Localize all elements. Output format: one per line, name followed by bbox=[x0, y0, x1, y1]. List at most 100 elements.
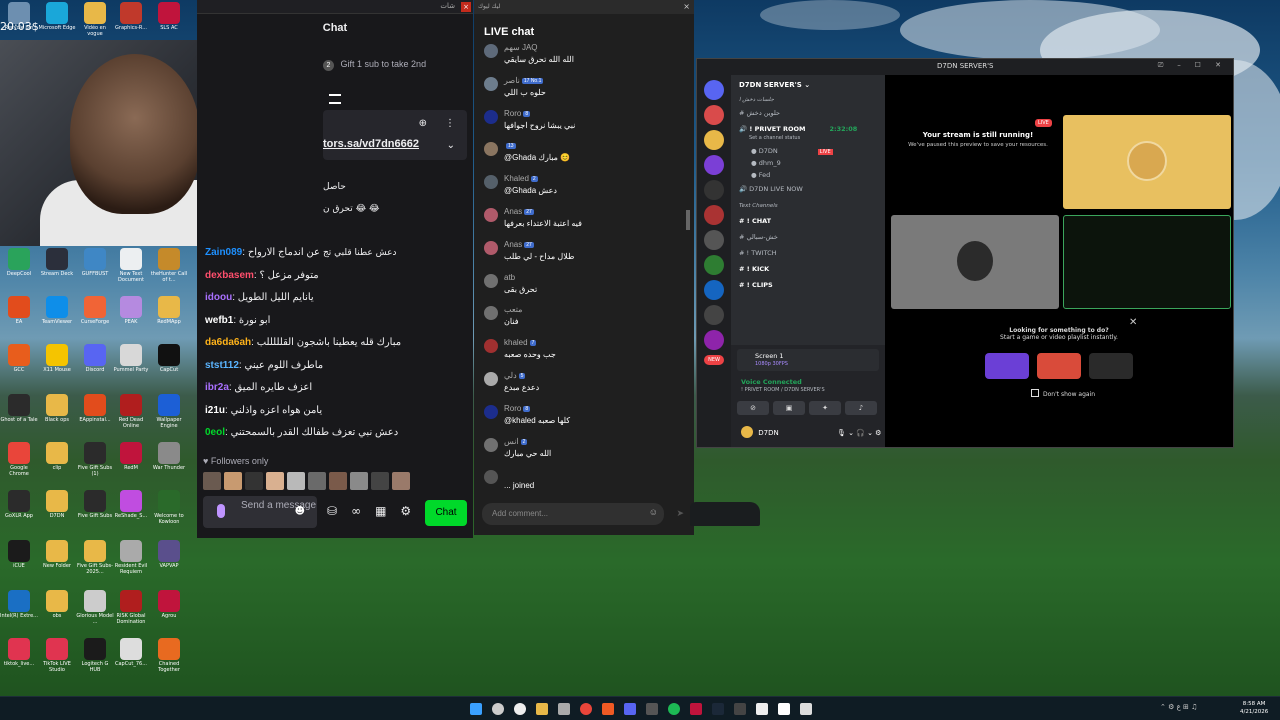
desktop-icon[interactable]: New Text Document bbox=[112, 248, 150, 292]
taskbar-app-icon[interactable] bbox=[800, 703, 812, 715]
chat-username[interactable]: idoou bbox=[205, 292, 232, 303]
chat-username[interactable]: 0eol bbox=[205, 427, 225, 438]
avatar[interactable] bbox=[266, 472, 284, 490]
taskbar-app-icon[interactable] bbox=[646, 703, 658, 715]
desktop-icon[interactable]: GoXLR App bbox=[0, 490, 38, 534]
chat-username[interactable]: stst112 bbox=[205, 360, 239, 371]
add-comment-input[interactable]: Add comment... ☺ bbox=[482, 503, 664, 525]
desktop-icon[interactable]: EA bbox=[0, 296, 38, 340]
pin-icon[interactable]: ⊕ bbox=[419, 118, 427, 129]
live-chat-author[interactable]: سهم JAQ bbox=[504, 43, 538, 52]
server-icon[interactable] bbox=[704, 130, 724, 150]
checkbox-icon[interactable] bbox=[1031, 389, 1039, 397]
send-message-input[interactable]: Send a message ☻ bbox=[203, 496, 317, 528]
taskbar-app-icon[interactable] bbox=[778, 703, 790, 715]
live-chat-author[interactable]: انس 2 bbox=[504, 437, 528, 446]
gift-sub-banner[interactable]: 2 Gift 1 sub to take 2nd bbox=[323, 59, 473, 79]
stream-tile-user[interactable] bbox=[891, 215, 1059, 309]
avatar[interactable] bbox=[484, 371, 498, 386]
desktop-icon[interactable]: theHunter Call of t... bbox=[150, 248, 188, 292]
brave-icon[interactable] bbox=[602, 703, 614, 715]
live-chat-author[interactable]: ناصر 17 No.1 bbox=[504, 76, 544, 85]
window-controls[interactable]: ⎚ ⎯ ☐ ✕ bbox=[1158, 61, 1227, 70]
desktop-icon[interactable]: Red Dead Online bbox=[112, 394, 150, 438]
gear-icon[interactable]: ⚙ bbox=[400, 504, 411, 518]
chat-send-button[interactable]: Chat bbox=[425, 500, 467, 526]
desktop-icon[interactable]: Ghost of a Tale bbox=[0, 394, 38, 438]
taskbar-app-icon[interactable] bbox=[734, 703, 746, 715]
store-icon[interactable]: ▦ bbox=[375, 504, 386, 518]
avatar[interactable] bbox=[484, 339, 498, 354]
desktop-icon[interactable]: EAppinstal... bbox=[76, 394, 114, 438]
pinned-link[interactable]: tors.sa/vd7dn6662 bbox=[323, 138, 419, 150]
desktop-icon[interactable]: CapCut_76... bbox=[112, 638, 150, 682]
avatar[interactable] bbox=[484, 207, 498, 222]
desktop-icon[interactable]: Stream Deck bbox=[38, 248, 76, 292]
avatar[interactable] bbox=[484, 404, 498, 419]
desktop-icon[interactable]: Chained Together bbox=[150, 638, 188, 682]
desktop-icon[interactable]: Five Gift Subs (1) bbox=[76, 442, 114, 486]
chat-username[interactable]: Zain089 bbox=[205, 247, 242, 258]
desktop-icon[interactable]: DeepCool bbox=[0, 248, 38, 292]
desktop-icon[interactable]: TikTok LIVE Studio bbox=[38, 638, 76, 682]
live-chat-author[interactable]: Anas 27 bbox=[504, 240, 534, 249]
live-chat-author[interactable]: khaled 7 bbox=[504, 338, 537, 347]
desktop-icon[interactable]: VAPVAP bbox=[150, 540, 188, 584]
live-chat-author[interactable]: 13 bbox=[504, 141, 516, 150]
desktop-icon[interactable]: Agrou bbox=[150, 590, 188, 634]
chevron-down-icon[interactable]: ⌄ bbox=[447, 140, 455, 151]
avatar[interactable] bbox=[203, 472, 221, 490]
desktop-icon[interactable]: Wallpaper Engine bbox=[150, 394, 188, 438]
desktop-icon[interactable]: Logitech G HUB bbox=[76, 638, 114, 682]
channel-text[interactable]: # ! CLIPS bbox=[739, 281, 773, 289]
youtube-close-button[interactable]: × bbox=[683, 2, 690, 11]
desktop-icon[interactable]: RedMApp bbox=[150, 296, 188, 340]
desktop-icon[interactable]: Discord bbox=[76, 344, 114, 388]
more-options-icon[interactable]: ⋮ bbox=[445, 118, 455, 129]
desktop-icon[interactable]: GUFFBUST bbox=[76, 248, 114, 292]
desktop-icon[interactable]: CurseForge bbox=[76, 296, 114, 340]
activities-button[interactable]: ✦ bbox=[809, 401, 841, 415]
desktop-icon[interactable]: RISK Global Domination bbox=[112, 590, 150, 634]
avatar[interactable] bbox=[308, 472, 326, 490]
channel-user[interactable]: ● Fed bbox=[751, 171, 770, 179]
tray-icons[interactable]: ⌃ ⚙ ع ⊞ ♫ bbox=[1160, 703, 1230, 715]
camera-off-button[interactable]: ⊘ bbox=[737, 401, 769, 415]
mic-headset-settings-icons[interactable]: 🎙 ⌄ 🎧 ⌄ ⚙ bbox=[837, 429, 882, 437]
live-chat-author[interactable]: دلي 5 bbox=[504, 371, 526, 380]
desktop-icon[interactable]: War Thunder bbox=[150, 442, 188, 486]
system-clock[interactable]: 8:58 AM 4/21/2026 bbox=[1240, 700, 1268, 716]
game-tile[interactable] bbox=[1037, 353, 1081, 379]
server-icon[interactable] bbox=[704, 330, 724, 350]
search-icon[interactable] bbox=[492, 703, 504, 715]
desktop-icon[interactable]: Resident Evil Requiem bbox=[112, 540, 150, 584]
desktop-icon[interactable]: tiktok_live... bbox=[0, 638, 38, 682]
avatar[interactable] bbox=[350, 472, 368, 490]
live-chat-author[interactable]: Khaled 2 bbox=[504, 174, 538, 183]
live-chat-author[interactable]: Roro 8 bbox=[504, 404, 531, 413]
desktop-icon[interactable]: Google Chrome bbox=[0, 442, 38, 486]
channel-text[interactable]: # ! TWITCH bbox=[739, 249, 777, 257]
desktop-icon[interactable]: RedM bbox=[112, 442, 150, 486]
desktop-icon[interactable]: Black ops bbox=[38, 394, 76, 438]
desktop-icon[interactable]: PEAK bbox=[112, 296, 150, 340]
desktop-icon[interactable]: iCUE bbox=[0, 540, 38, 584]
avatar[interactable] bbox=[224, 472, 242, 490]
avatar[interactable] bbox=[484, 142, 498, 157]
server-icon[interactable] bbox=[704, 180, 724, 200]
live-chat-author[interactable]: Roro 8 bbox=[504, 109, 531, 118]
pinned-message[interactable]: ⊕ ⋮ tors.sa/vd7dn6662 ⌄ bbox=[323, 110, 467, 160]
channel-voice[interactable]: 🔊 D7DN LIVE NOW bbox=[739, 185, 803, 193]
channel-voice[interactable]: 🔊 ! PRIVET ROOM 2:32:08 bbox=[739, 125, 857, 133]
desktop-icon[interactable]: Five Gift Subs bbox=[76, 490, 114, 534]
chat-username[interactable]: wefb1 bbox=[205, 315, 233, 326]
channel-text[interactable]: # ! CHAT bbox=[739, 217, 771, 225]
desktop-icon[interactable]: Welcome to Kowloon bbox=[150, 490, 188, 534]
dont-show-again-checkbox[interactable]: Don't show again bbox=[1031, 389, 1095, 398]
share-screen-button[interactable]: ▣ bbox=[773, 401, 805, 415]
chat-username[interactable]: i21u bbox=[205, 405, 225, 416]
avatar[interactable] bbox=[484, 44, 498, 58]
avatar[interactable] bbox=[329, 472, 347, 490]
taskbar-app-icon[interactable] bbox=[624, 703, 636, 715]
desktop-icon[interactable]: Five Gift Subs-2025... bbox=[76, 540, 114, 584]
